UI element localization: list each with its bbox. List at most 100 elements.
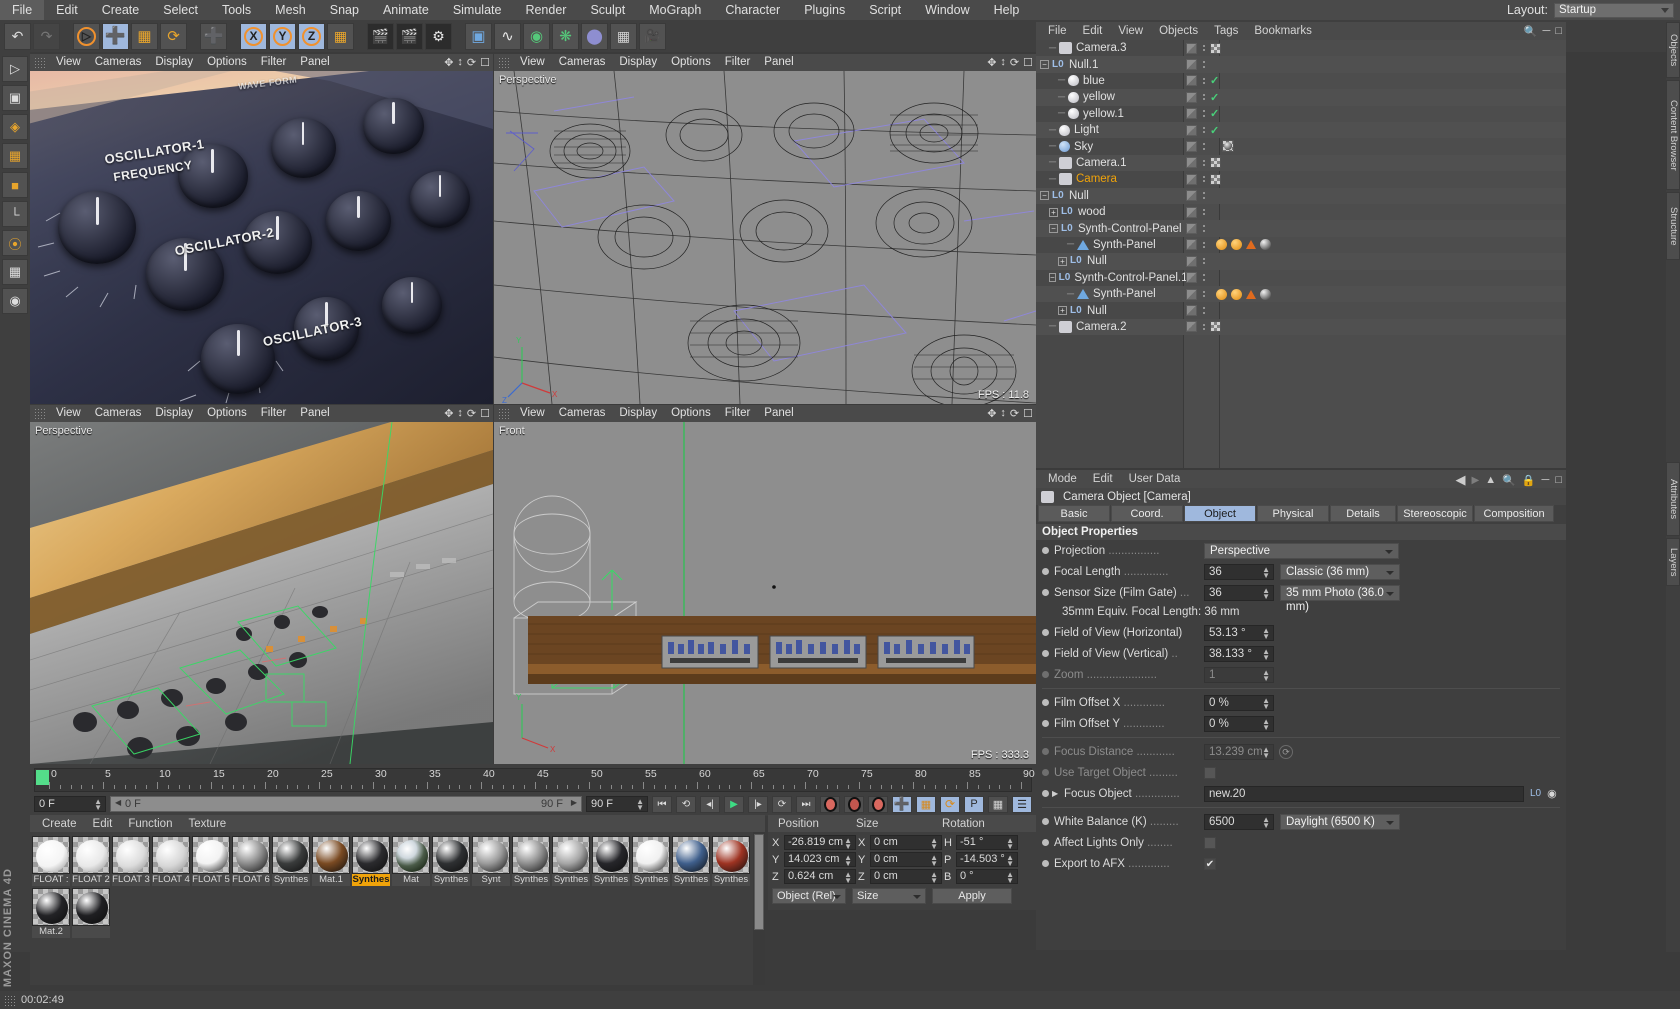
spinner-icon[interactable]: ▲ ▼ bbox=[1262, 717, 1270, 731]
uvw-tag-icon[interactable] bbox=[1246, 289, 1256, 299]
select-icon[interactable]: ▷ bbox=[2, 56, 28, 82]
viewport-bottom-right[interactable]: View Cameras Display Options Filter Pane… bbox=[494, 405, 1036, 764]
material-item[interactable]: Synthes bbox=[512, 836, 550, 886]
environment-icon[interactable]: ⬤ bbox=[581, 22, 608, 50]
editor-render-dots-icon[interactable] bbox=[1202, 223, 1205, 234]
viewport-menu-options[interactable]: Options bbox=[664, 405, 718, 422]
spinner-icon[interactable]: ▲ ▼ bbox=[930, 837, 938, 851]
loop-button[interactable]: ⟳ bbox=[772, 795, 792, 813]
visibility-toggle-icon[interactable] bbox=[1186, 206, 1197, 218]
attr-input-film-offset-x[interactable]: 0 % ▲ ▼ bbox=[1204, 694, 1274, 711]
attr-input-zoom[interactable]: 1 ▲ ▼ bbox=[1204, 666, 1274, 683]
maximize-icon[interactable]: ☐ bbox=[480, 56, 490, 69]
object-row-visibility[interactable] bbox=[1186, 206, 1205, 218]
object-row-name[interactable]: ─ Camera bbox=[1036, 171, 1184, 187]
object-row-name[interactable]: ─ Light bbox=[1036, 122, 1184, 138]
texture-tag-icon[interactable] bbox=[1260, 288, 1271, 300]
maximize-icon[interactable]: ☐ bbox=[1023, 56, 1033, 69]
material-preview[interactable] bbox=[472, 836, 510, 874]
attr-linkbox-focus-object[interactable]: new.20 bbox=[1204, 785, 1524, 802]
vtab-objects[interactable]: Objects bbox=[1666, 22, 1680, 78]
attr-checkbox-export-to-afx[interactable]: ✔ bbox=[1204, 857, 1216, 870]
menu-item-window[interactable]: Window bbox=[913, 0, 981, 20]
axis-z-icon[interactable]: Z bbox=[298, 22, 325, 50]
grip-icon[interactable] bbox=[4, 994, 15, 1006]
material-preview[interactable] bbox=[512, 836, 550, 874]
object-row-visibility[interactable] bbox=[1186, 58, 1205, 70]
object-row[interactable]: + L0 wood bbox=[1036, 204, 1566, 220]
material-tag-icon[interactable] bbox=[1216, 288, 1227, 300]
attr-input-sensor-size-film-gate[interactable]: 36 ▲ ▼ bbox=[1204, 584, 1274, 601]
object-row-visibility[interactable] bbox=[1186, 140, 1205, 152]
viewport-menu-panel[interactable]: Panel bbox=[757, 405, 800, 422]
material-item[interactable]: Synthes bbox=[632, 836, 670, 886]
material-menu-texture[interactable]: Texture bbox=[180, 818, 234, 830]
maximize-icon[interactable]: □ bbox=[1555, 25, 1562, 38]
rotation-h-input[interactable]: -51 ° ▲ ▼ bbox=[956, 835, 1018, 851]
visibility-toggle-icon[interactable] bbox=[1186, 304, 1197, 316]
viewport-top-left[interactable]: View Cameras Display Options Filter Pane… bbox=[30, 54, 493, 404]
spinner-icon[interactable]: ▲ ▼ bbox=[844, 854, 852, 868]
viewport-bottom-left[interactable]: View Cameras Display Options Filter Pane… bbox=[30, 405, 493, 764]
parameter-bullet-icon[interactable] bbox=[1042, 748, 1049, 755]
object-row[interactable]: − L0 Synth-Control-Panel bbox=[1036, 220, 1566, 237]
object-row-tags[interactable] bbox=[1222, 140, 1234, 153]
minimize-icon[interactable]: ─ bbox=[1543, 25, 1551, 38]
axis-x-icon[interactable]: X bbox=[240, 22, 267, 50]
playhead[interactable] bbox=[36, 770, 49, 785]
object-row[interactable]: + L0 Null bbox=[1036, 253, 1566, 270]
material-preview[interactable] bbox=[112, 836, 150, 874]
menu-item-animate[interactable]: Animate bbox=[371, 0, 441, 20]
object-row[interactable]: − L0 Null bbox=[1036, 187, 1566, 204]
viewport-menu-panel[interactable]: Panel bbox=[293, 54, 336, 71]
parameter-bullet-icon[interactable] bbox=[1042, 671, 1049, 678]
object-row-visibility[interactable] bbox=[1186, 321, 1221, 333]
spinner-icon[interactable]: ▲ ▼ bbox=[1262, 745, 1270, 759]
spinner-icon[interactable]: ▲ ▼ bbox=[636, 798, 644, 812]
visibility-toggle-icon[interactable] bbox=[1186, 124, 1197, 136]
size-mode-select[interactable]: Size bbox=[852, 888, 926, 904]
material-preview[interactable] bbox=[592, 836, 630, 874]
object-row-name[interactable]: ─ yellow.1 bbox=[1036, 106, 1184, 122]
rotate-view-icon[interactable]: ⟳ bbox=[467, 407, 476, 420]
attr-checkbox-use-target-object[interactable] bbox=[1204, 766, 1216, 779]
attr-input-white-balance-k[interactable]: 6500 ▲ ▼ bbox=[1204, 813, 1274, 830]
rotate-view-icon[interactable]: ⟳ bbox=[1010, 407, 1019, 420]
viewport-menu-view[interactable]: View bbox=[513, 405, 552, 422]
rotation-key-button[interactable]: ⟳ bbox=[940, 795, 960, 813]
dolly-icon[interactable]: ↕ bbox=[457, 407, 463, 420]
pick-focus-icon[interactable]: ⟳ bbox=[1279, 744, 1293, 759]
grip-icon[interactable] bbox=[34, 57, 45, 68]
collapse-icon[interactable]: − bbox=[1049, 224, 1058, 234]
object-row-name[interactable]: + L0 wood bbox=[1036, 204, 1184, 220]
material-preview[interactable] bbox=[672, 836, 710, 874]
viewport-view-buttons[interactable]: ✥ ↕ ⟳ ☐ bbox=[444, 407, 490, 420]
expand-icon[interactable]: + bbox=[1058, 306, 1067, 316]
camera-toolbar-icon[interactable]: 🎥 bbox=[639, 22, 666, 50]
transform-tag-icon[interactable] bbox=[1210, 42, 1221, 54]
material-item[interactable]: Mat.2 bbox=[32, 888, 70, 938]
editor-render-dots-icon[interactable] bbox=[1202, 75, 1205, 86]
current-frame-field[interactable]: 0 F ▲ ▼ bbox=[34, 796, 106, 812]
dolly-icon[interactable]: ↕ bbox=[1000, 56, 1006, 69]
pan-icon[interactable]: ✥ bbox=[987, 407, 996, 420]
spinner-icon[interactable]: ▲ ▼ bbox=[94, 798, 102, 812]
rotate-view-icon[interactable]: ⟳ bbox=[467, 56, 476, 69]
vtab-attributes[interactable]: Attributes bbox=[1666, 462, 1680, 536]
object-row[interactable]: ─ blue ✓ bbox=[1036, 73, 1566, 89]
texture-icon[interactable]: ▦ bbox=[2, 259, 28, 285]
tab-details[interactable]: Details bbox=[1330, 505, 1396, 522]
viewport-canvas[interactable]: OSCILLATOR-1 FREQUENCY OSCILLATOR-2 OSCI… bbox=[30, 71, 493, 404]
parameter-bullet-icon[interactable] bbox=[1042, 589, 1049, 596]
viewport-canvas[interactable]: Perspective bbox=[30, 422, 493, 764]
object-row-name[interactable]: ─ Camera.1 bbox=[1036, 155, 1184, 171]
maximize-icon[interactable]: ☐ bbox=[1023, 407, 1033, 420]
menu-item-script[interactable]: Script bbox=[857, 0, 913, 20]
collapse-icon[interactable]: − bbox=[1040, 191, 1049, 201]
viewport-menu-panel[interactable]: Panel bbox=[757, 54, 800, 71]
tab-physical[interactable]: Physical bbox=[1257, 505, 1329, 522]
paint-icon[interactable]: ◉ bbox=[2, 288, 28, 314]
object-row-tags[interactable] bbox=[1216, 288, 1271, 300]
material-tag-icon[interactable] bbox=[1216, 239, 1227, 251]
object-row[interactable]: ─ Sky bbox=[1036, 138, 1566, 154]
